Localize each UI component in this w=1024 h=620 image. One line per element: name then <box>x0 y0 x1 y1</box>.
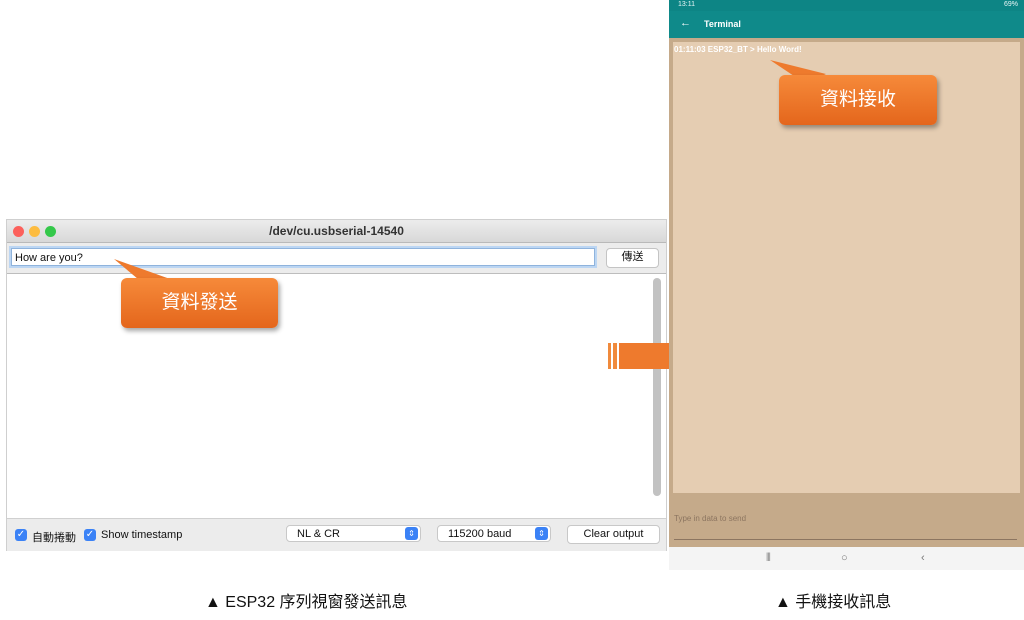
output-scrollbar[interactable] <box>653 278 661 496</box>
terminal-line: 01:11:03 ESP32_BT > Hello Word! <box>674 45 802 54</box>
line-ending-value: NL & CR <box>297 528 340 540</box>
input-underline <box>674 539 1017 540</box>
chevron-updown-icon: ⇕ <box>405 527 418 540</box>
timestamp-checkbox[interactable]: ✓ <box>84 529 96 541</box>
send-toolbar: How are you? 傳送 <box>7 243 666 274</box>
message-input[interactable]: How are you? <box>11 248 595 266</box>
baud-rate-select[interactable]: 115200 baud ⇕ <box>437 525 551 542</box>
back-arrow-icon[interactable]: ← <box>680 17 691 29</box>
chevron-updown-icon: ⇕ <box>535 527 548 540</box>
send-button[interactable]: 傳送 <box>606 248 659 268</box>
right-caption: ▲ 手機接收訊息 <box>775 594 892 611</box>
serial-bottom-bar: ✓ 自動捲動 ✓ Show timestamp NL & CR ⇕ 115200… <box>7 518 666 551</box>
line-ending-select[interactable]: NL & CR ⇕ <box>286 525 421 542</box>
serial-output-area <box>7 274 666 517</box>
window-title: /dev/cu.usbserial-14540 <box>269 224 404 238</box>
status-bar: 13:11 69% <box>669 0 1024 11</box>
baud-rate-value: 115200 baud <box>448 528 512 540</box>
battery-status: 69% <box>1003 1 1018 8</box>
window-titlebar: /dev/cu.usbserial-14540 <box>7 220 666 243</box>
receive-callout: 資料接收 <box>779 75 937 125</box>
send-data-input[interactable]: Type in data to send <box>674 514 746 523</box>
serial-monitor-window: /dev/cu.usbserial-14540 How are you? 傳送 … <box>7 220 666 551</box>
recent-apps-icon[interactable]: ⦀ <box>766 552 771 565</box>
send-input-bar: Type in data to send <box>669 494 1024 546</box>
send-callout: 資料發送 <box>121 278 278 328</box>
app-bar: ← Terminal <box>669 11 1024 38</box>
app-title: Terminal <box>704 19 741 29</box>
clear-output-button[interactable]: Clear output <box>567 525 660 544</box>
autoscroll-checkbox[interactable]: ✓ <box>15 529 27 541</box>
home-icon[interactable]: ○ <box>841 552 848 564</box>
timestamp-label: Show timestamp <box>101 529 183 541</box>
android-nav-bar: ⦀ ○ ‹ <box>669 547 1024 570</box>
status-time: 13:11 <box>678 1 695 8</box>
back-nav-icon[interactable]: ‹ <box>921 552 925 564</box>
autoscroll-label: 自動捲動 <box>32 532 76 544</box>
left-caption: ▲ ESP32 序列視窗發送訊息 <box>205 594 408 611</box>
